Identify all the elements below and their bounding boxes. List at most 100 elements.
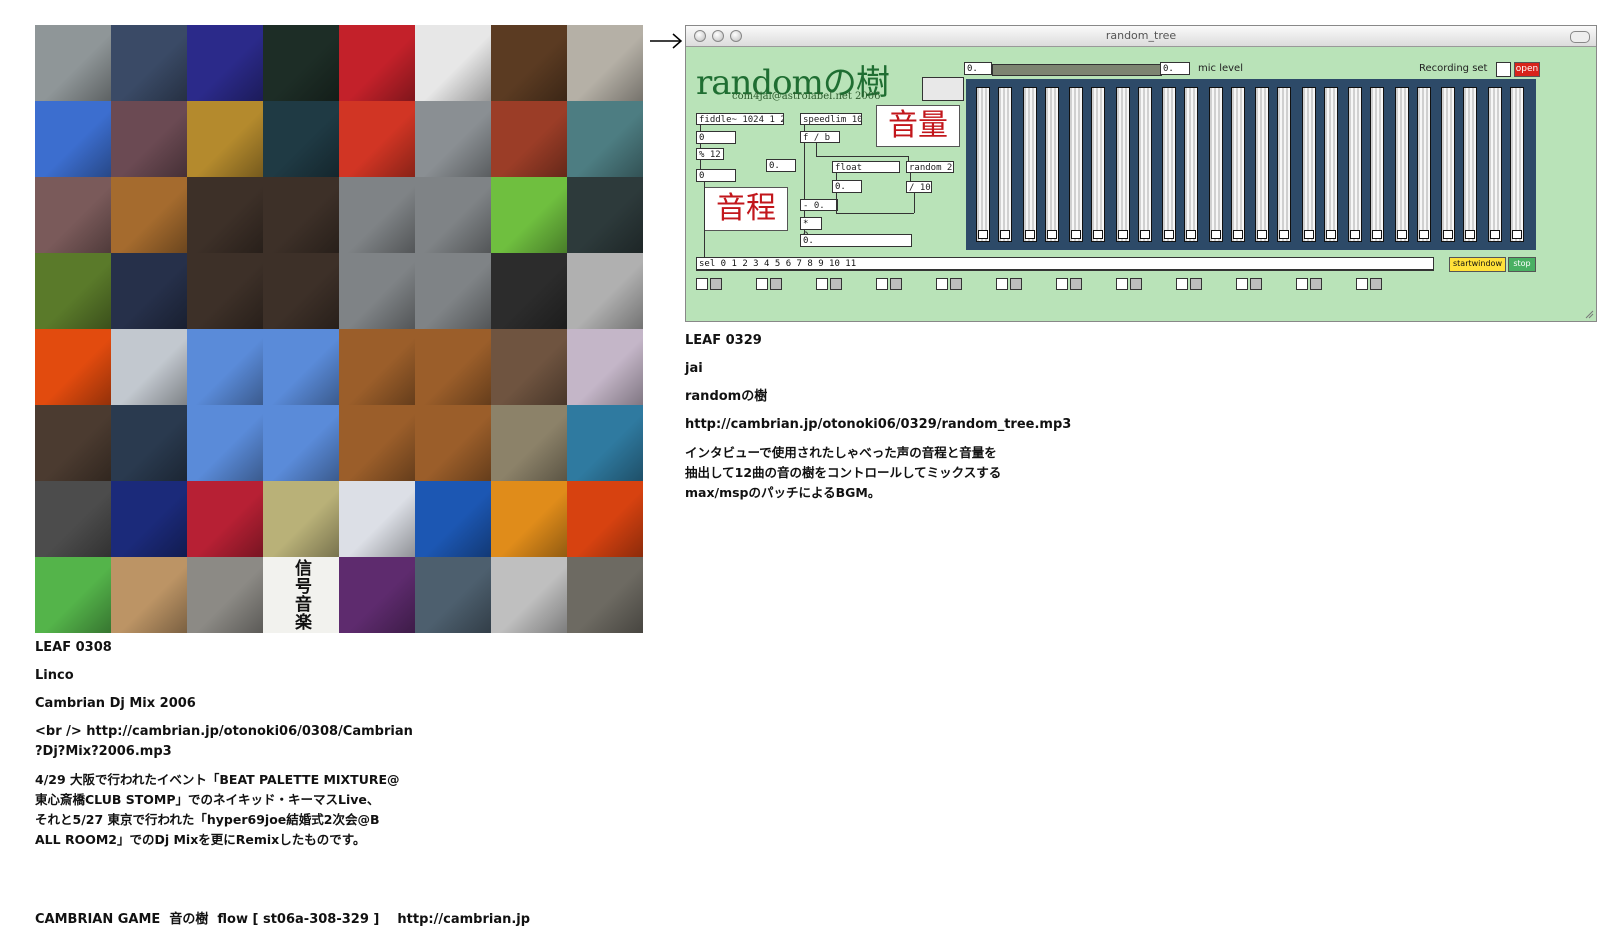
toggle-box[interactable] <box>1356 278 1368 290</box>
toggle-box[interactable] <box>830 278 842 290</box>
slider-knob[interactable] <box>1465 230 1475 239</box>
toggle-box[interactable] <box>1310 278 1322 290</box>
slider-knob[interactable] <box>1396 230 1407 239</box>
startwindow-button[interactable]: startwindow <box>1449 257 1506 272</box>
toolbar-toggle-button[interactable] <box>1570 31 1590 43</box>
toggle-box[interactable] <box>936 278 948 290</box>
volume-slider[interactable] <box>1277 87 1291 242</box>
volume-slider[interactable] <box>1370 87 1384 242</box>
toggle-box[interactable] <box>1236 278 1248 290</box>
toggle-box[interactable] <box>710 278 722 290</box>
slider-knob[interactable] <box>1443 230 1453 239</box>
volume-slider[interactable] <box>1115 87 1130 242</box>
volume-slider[interactable] <box>998 87 1012 242</box>
volume-slider[interactable] <box>1137 87 1152 242</box>
mp3-link-continued[interactable]: ?Dj?Mix?2006.mp3 <box>35 742 172 762</box>
toggle-box[interactable] <box>1296 278 1308 290</box>
volume-slider[interactable] <box>1069 87 1083 242</box>
volume-slider[interactable] <box>1184 87 1198 242</box>
volume-slider[interactable] <box>1255 87 1269 242</box>
mp3-link[interactable]: http://cambrian.jp/otonoki06/0329/random… <box>685 415 1071 435</box>
toggle-box[interactable] <box>1116 278 1128 290</box>
pitch-int-box-2[interactable]: 0 <box>696 169 736 182</box>
slider-knob[interactable] <box>1279 230 1289 239</box>
ftob-object[interactable]: f / b <box>800 131 840 143</box>
random-object[interactable]: random 20 <box>906 161 954 173</box>
mp3-link[interactable]: <br /> http://cambrian.jp/otonoki06/0308… <box>35 722 413 742</box>
slider-knob[interactable] <box>1418 230 1429 239</box>
volume-slider[interactable] <box>1416 87 1431 242</box>
toggle-box[interactable] <box>1056 278 1068 290</box>
volume-slider[interactable] <box>1394 87 1409 242</box>
volume-slider[interactable] <box>1230 87 1245 242</box>
slider-knob[interactable] <box>1117 230 1128 239</box>
slider-knob[interactable] <box>1210 230 1221 239</box>
toggle-box[interactable] <box>876 278 888 290</box>
slider-knob[interactable] <box>1139 230 1150 239</box>
toggle-box[interactable] <box>756 278 768 290</box>
volume-slider[interactable] <box>1348 87 1362 242</box>
number-box-mid[interactable]: 0. <box>766 159 796 172</box>
fiddle-object[interactable]: fiddle~ 1024 1 20 3 <box>696 113 784 125</box>
slider-knob[interactable] <box>1071 230 1081 239</box>
slider-knob[interactable] <box>1164 230 1174 239</box>
toggle-box[interactable] <box>816 278 828 290</box>
times-object[interactable]: * 0. <box>800 217 822 241</box>
toggle-box[interactable] <box>1190 278 1202 290</box>
volume-slider[interactable] <box>1323 87 1338 242</box>
open-button[interactable]: open <box>1514 62 1540 77</box>
toggle-box[interactable] <box>890 278 902 290</box>
volume-slider[interactable] <box>1044 87 1059 242</box>
window-titlebar[interactable]: random_tree <box>686 26 1596 47</box>
volume-slider[interactable] <box>976 87 990 242</box>
volume-slider[interactable] <box>1091 87 1105 242</box>
toggle-box[interactable] <box>770 278 782 290</box>
divide-object[interactable]: / 10. <box>906 181 932 193</box>
volume-slider[interactable] <box>1022 87 1037 242</box>
slider-knob[interactable] <box>1325 230 1336 239</box>
matrix-icon[interactable] <box>922 77 964 101</box>
toggle-box[interactable] <box>1176 278 1188 290</box>
slider-knob[interactable] <box>1511 230 1522 239</box>
stop-button[interactable]: stop <box>1508 257 1536 272</box>
toggle-box[interactable] <box>1250 278 1262 290</box>
pitch-int-box[interactable]: 0 <box>696 131 736 144</box>
slider-knob[interactable] <box>1232 230 1243 239</box>
speedlim-object[interactable]: speedlim 100 <box>800 113 862 125</box>
toggle-box[interactable] <box>1070 278 1082 290</box>
number-box-float[interactable]: 0. <box>832 180 862 193</box>
volume-slider[interactable] <box>1487 87 1502 242</box>
resize-grip-icon[interactable] <box>1584 309 1594 319</box>
slider-knob[interactable] <box>1372 230 1382 239</box>
recording-toggle[interactable] <box>1496 62 1511 77</box>
toggle-box[interactable] <box>1130 278 1142 290</box>
number-box-input[interactable]: 0. <box>964 62 992 75</box>
toggle-box[interactable] <box>950 278 962 290</box>
toggle-box[interactable] <box>1370 278 1382 290</box>
number-box-level[interactable]: 0. <box>1160 62 1190 75</box>
toggle-box[interactable] <box>996 278 1008 290</box>
slider-knob[interactable] <box>978 230 988 239</box>
slider-knob[interactable] <box>1186 230 1196 239</box>
float-object[interactable]: float <box>832 161 900 173</box>
slider-knob[interactable] <box>1257 230 1267 239</box>
sel-object[interactable]: sel 0 1 2 3 4 5 6 7 8 9 10 11 <box>696 257 1434 270</box>
toggle-box[interactable] <box>1010 278 1022 290</box>
volume-slider[interactable] <box>1208 87 1223 242</box>
volume-slider[interactable] <box>1463 87 1477 242</box>
slider-knob[interactable] <box>1046 230 1057 239</box>
slider-knob[interactable] <box>1000 230 1010 239</box>
slider-knob[interactable] <box>1489 230 1500 239</box>
volume-slider[interactable] <box>1441 87 1455 242</box>
slider-knob[interactable] <box>1093 230 1103 239</box>
volume-slider[interactable] <box>1162 87 1176 242</box>
toggle-box[interactable] <box>696 278 708 290</box>
slider-knob[interactable] <box>1303 230 1314 239</box>
volume-slider[interactable] <box>1509 87 1524 242</box>
modulo-object[interactable]: % 12 <box>696 148 724 160</box>
slider-knob[interactable] <box>1024 230 1035 239</box>
minus-object[interactable]: - 0. <box>800 199 838 211</box>
volume-slider[interactable] <box>1301 87 1316 242</box>
slider-knob[interactable] <box>1350 230 1360 239</box>
output-number-box[interactable]: 0. <box>800 234 912 247</box>
